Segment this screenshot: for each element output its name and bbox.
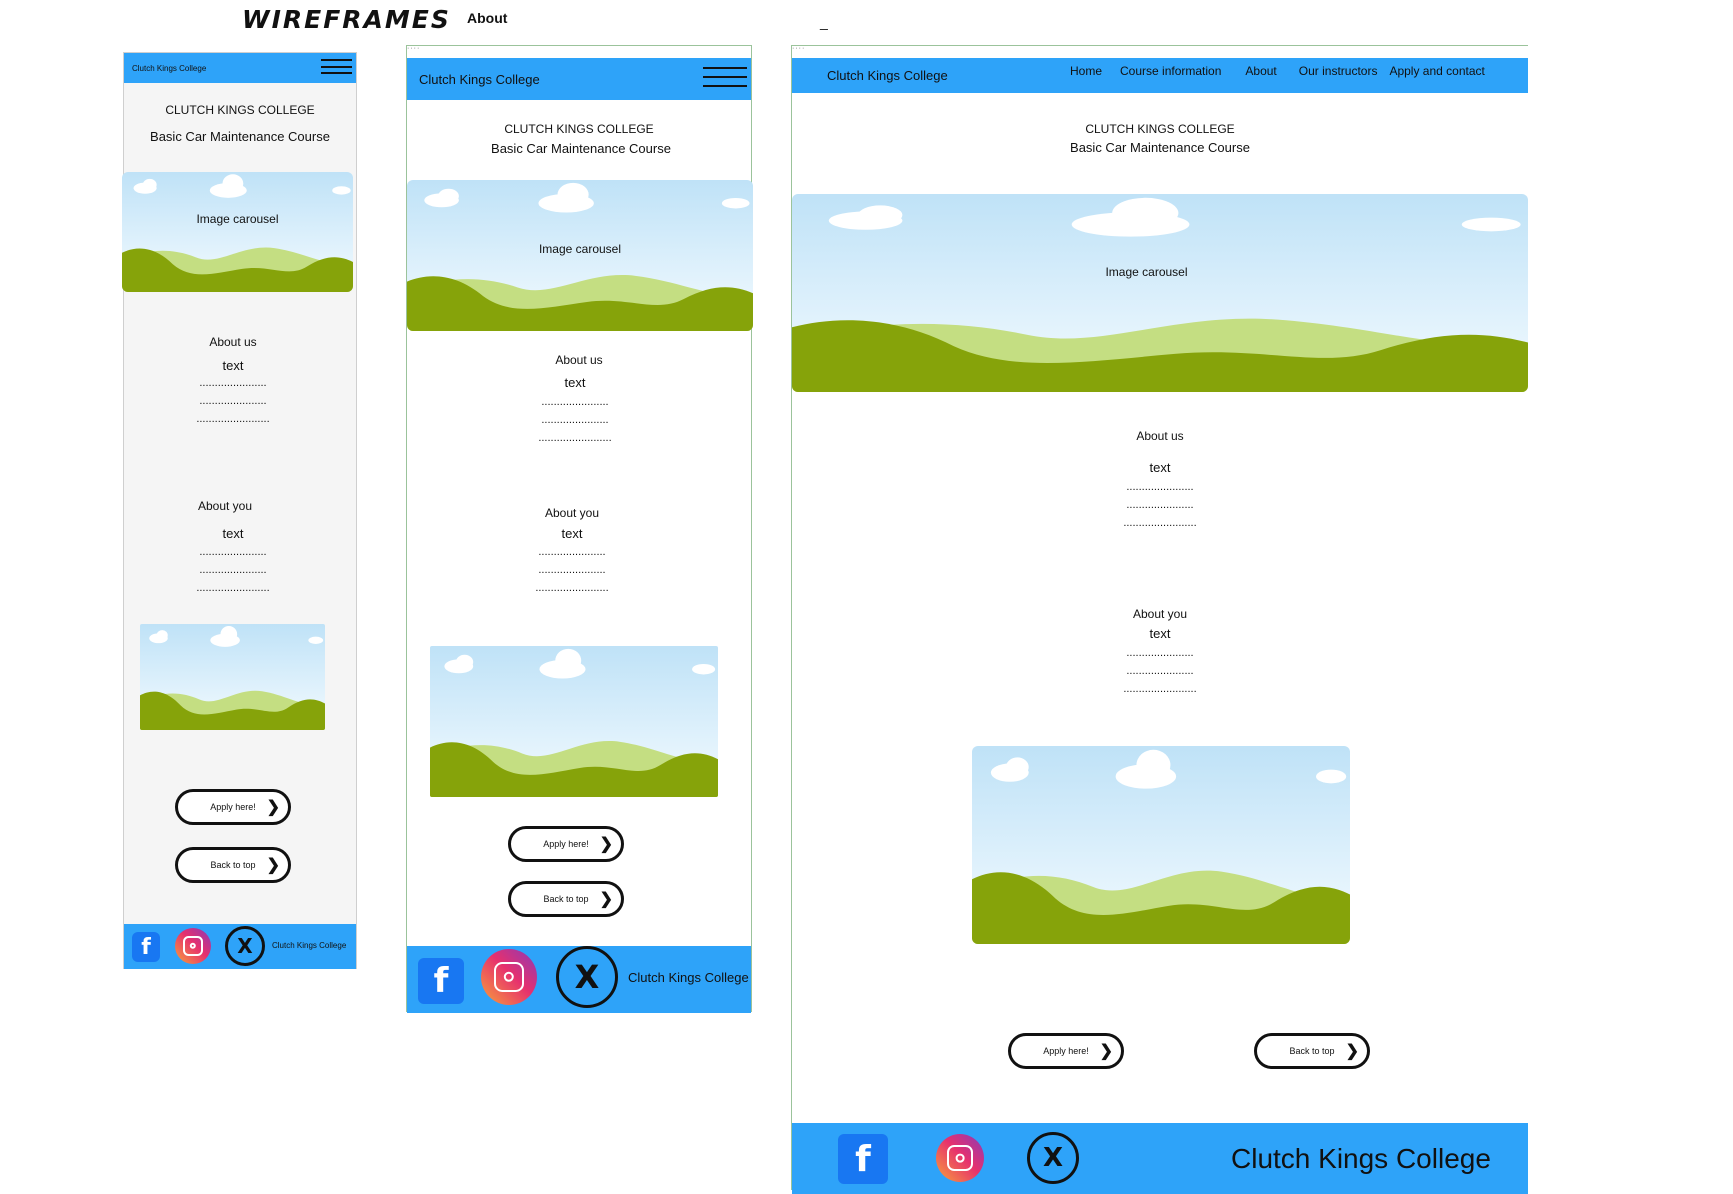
tablet-wireframe: ···· Clutch Kings College CLUTCH KINGS C… (406, 45, 753, 1013)
facebook-icon[interactable]: f (838, 1134, 888, 1184)
instagram-icon[interactable] (481, 949, 537, 1005)
facebook-icon[interactable]: f (418, 958, 464, 1004)
nav-link-home[interactable]: Home (1070, 64, 1102, 78)
mobile-heading: CLUTCH KINGS COLLEGE (165, 103, 315, 117)
wireframes-title: WIREFRAMES (242, 5, 451, 34)
tablet-back-to-top-button[interactable]: Back to top ❯ (508, 881, 624, 917)
tablet-brand[interactable]: Clutch Kings College (419, 72, 540, 87)
hamburger-menu-icon[interactable] (703, 67, 747, 87)
tablet-about-us-text: text (564, 375, 586, 390)
desktop-footer: f X Clutch Kings College (792, 1123, 1528, 1194)
dash-mark: _ (820, 14, 828, 30)
nav-link-about[interactable]: About (1245, 64, 1276, 78)
carousel-label: Image carousel (538, 242, 622, 256)
nav-link-apply-contact[interactable]: Apply and contact (1389, 64, 1484, 78)
mobile-about-us-heading: About us (209, 335, 257, 349)
window-strip: ···· (792, 45, 806, 52)
desktop-wireframe: ···· Clutch Kings College Home Course in… (791, 45, 1528, 1194)
mobile-about-us-text: text (222, 358, 244, 373)
chevron-right-icon: ❯ (1099, 1043, 1113, 1060)
nav-link-course-information[interactable]: Course information (1120, 64, 1221, 78)
chevron-right-icon: ❯ (599, 836, 613, 853)
mobile-navbar: Clutch Kings College (124, 53, 356, 83)
mobile-about-us-lines: ........................................… (196, 377, 270, 425)
desktop-heading: CLUTCH KINGS COLLEGE (1085, 122, 1235, 136)
landscape-illustration (140, 624, 325, 730)
nav-link-instructors[interactable]: Our instructors (1299, 64, 1378, 78)
desktop-about-us-lines: ........................................… (1123, 481, 1197, 529)
desktop-about-you-text: text (1149, 626, 1171, 641)
chevron-right-icon: ❯ (266, 857, 280, 874)
desktop-nav-links: Home Course information About Our instru… (1070, 64, 1485, 78)
desktop-back-to-top-button[interactable]: Back to top ❯ (1254, 1033, 1370, 1069)
instagram-icon[interactable] (175, 928, 211, 964)
mobile-course: Basic Car Maintenance Course (150, 129, 330, 144)
tablet-navbar: Clutch Kings College (407, 58, 751, 100)
chevron-right-icon: ❯ (599, 891, 613, 908)
mobile-about-you-heading: About you (197, 499, 253, 513)
desktop-about-you-lines: ........................................… (1123, 647, 1197, 695)
desktop-brand[interactable]: Clutch Kings College (827, 68, 948, 83)
facebook-icon[interactable]: f (132, 932, 160, 962)
chevron-right-icon: ❯ (1345, 1043, 1359, 1060)
carousel-label: Image carousel (1105, 265, 1188, 279)
mobile-about-you-text: text (222, 526, 244, 541)
hamburger-menu-icon[interactable] (321, 59, 352, 74)
tablet-about-you-text: text (561, 526, 583, 541)
desktop-image (972, 746, 1350, 944)
desktop-about-us-text: text (1149, 460, 1171, 475)
tablet-course: Basic Car Maintenance Course (491, 141, 671, 156)
carousel-label: Image carousel (196, 212, 279, 226)
instagram-icon[interactable] (936, 1134, 984, 1182)
desktop-about-us-heading: About us (1136, 429, 1184, 443)
x-twitter-icon[interactable]: X (1027, 1132, 1079, 1184)
mobile-brand[interactable]: Clutch Kings College (132, 64, 206, 73)
landscape-illustration (430, 646, 718, 797)
mobile-about-you-lines: ........................................… (196, 546, 270, 594)
tablet-about-us-lines: ........................................… (538, 396, 612, 444)
tablet-image (430, 646, 718, 797)
mobile-footer: f X Clutch Kings College (124, 924, 356, 969)
mobile-back-to-top-button[interactable]: Back to top ❯ (175, 847, 291, 883)
window-strip: ···· (407, 45, 421, 52)
desktop-footer-brand: Clutch Kings College (1231, 1143, 1491, 1174)
page-subtitle: About (467, 10, 508, 26)
desktop-image-carousel[interactable]: Image carousel (792, 194, 1528, 392)
landscape-illustration (972, 746, 1350, 944)
tablet-footer: f X Clutch Kings College (407, 946, 751, 1013)
desktop-apply-button[interactable]: Apply here! ❯ (1008, 1033, 1124, 1069)
tablet-footer-brand: Clutch Kings College (628, 970, 749, 985)
desktop-about-you-heading: About you (1132, 607, 1188, 621)
tablet-image-carousel[interactable]: Image carousel (407, 180, 753, 331)
x-twitter-icon[interactable]: X (225, 926, 265, 966)
mobile-apply-button[interactable]: Apply here! ❯ (175, 789, 291, 825)
tablet-about-you-heading: About you (544, 506, 600, 520)
mobile-image (140, 624, 325, 730)
chevron-right-icon: ❯ (266, 799, 280, 816)
desktop-navbar: Clutch Kings College Home Course informa… (792, 58, 1528, 93)
mobile-wireframe: Clutch Kings College CLUTCH KINGS COLLEG… (123, 52, 357, 969)
tablet-about-you-lines: ........................................… (535, 546, 609, 594)
desktop-course: Basic Car Maintenance Course (1070, 140, 1250, 155)
mobile-footer-brand: Clutch Kings College (272, 941, 347, 950)
tablet-apply-button[interactable]: Apply here! ❯ (508, 826, 624, 862)
tablet-heading: CLUTCH KINGS COLLEGE (504, 122, 654, 136)
landscape-illustration (792, 194, 1528, 392)
mobile-image-carousel[interactable]: Image carousel (122, 172, 353, 292)
x-twitter-icon[interactable]: X (556, 946, 618, 1008)
landscape-illustration (122, 172, 353, 292)
tablet-about-us-heading: About us (555, 353, 603, 367)
